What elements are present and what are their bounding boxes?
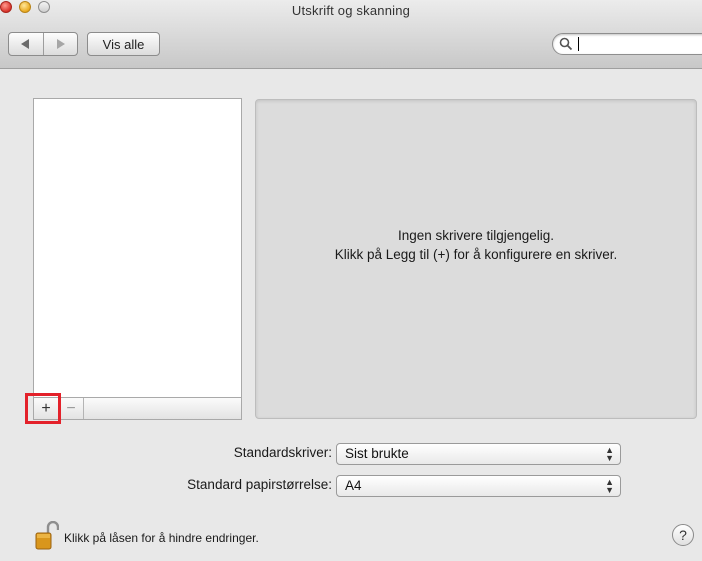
default-paper-value: A4 bbox=[345, 478, 362, 493]
printer-list[interactable] bbox=[33, 98, 242, 398]
no-printers-line1: Ingen skrivere tilgjengelig. bbox=[397, 228, 555, 243]
add-button-highlight bbox=[25, 393, 61, 424]
forward-arrow-icon bbox=[56, 39, 65, 49]
default-printer-label: Standardskriver: bbox=[233, 445, 332, 460]
back-forward-control bbox=[8, 32, 78, 56]
no-printers-line2: Klikk på Legg til (+) for å konfigurere … bbox=[334, 247, 618, 262]
title-bar: Utskrift og skanning Vis alle bbox=[0, 0, 702, 69]
default-paper-label: Standard papirstørrelse: bbox=[187, 477, 332, 492]
show-all-button[interactable]: Vis alle bbox=[87, 32, 160, 56]
default-paper-select[interactable]: A4 ▲ ▼ bbox=[336, 475, 621, 497]
back-button[interactable] bbox=[9, 33, 43, 55]
printer-list-toolbar: + − bbox=[33, 398, 242, 420]
search-icon bbox=[559, 37, 573, 51]
window-title: Utskrift og skanning bbox=[291, 3, 411, 18]
no-printers-message: Ingen skrivere tilgjengelig. Klikk på Le… bbox=[256, 226, 696, 264]
select-arrows-icon: ▲ ▼ bbox=[605, 477, 614, 495]
back-arrow-icon bbox=[21, 39, 30, 49]
forward-button[interactable] bbox=[42, 33, 78, 55]
lock-icon[interactable] bbox=[35, 521, 59, 551]
remove-printer-button[interactable]: − bbox=[59, 398, 84, 419]
default-printer-select[interactable]: Sist brukte ▲ ▼ bbox=[336, 443, 621, 465]
printer-detail-panel: Ingen skrivere tilgjengelig. Klikk på Le… bbox=[255, 99, 697, 419]
search-input[interactable] bbox=[552, 33, 702, 55]
help-button[interactable]: ? bbox=[672, 524, 694, 546]
default-printer-value: Sist brukte bbox=[345, 446, 409, 461]
select-arrows-icon: ▲ ▼ bbox=[605, 445, 614, 463]
lock-instruction-text: Klikk på låsen for å hindre endringer. bbox=[64, 531, 259, 545]
text-cursor bbox=[578, 37, 579, 51]
